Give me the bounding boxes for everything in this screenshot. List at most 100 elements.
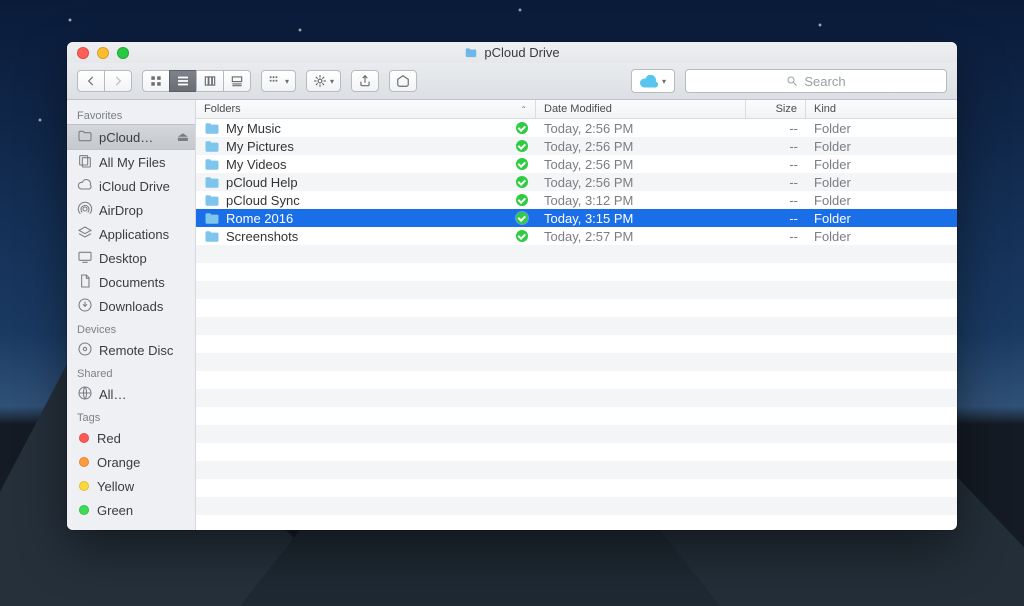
- cell-size: --: [746, 121, 806, 136]
- sidebar-item-label: Orange: [97, 455, 189, 470]
- arrange-icon: [268, 74, 282, 88]
- cell-name: My Pictures: [196, 139, 536, 154]
- chevron-left-icon: [84, 74, 98, 88]
- cell-date: Today, 2:56 PM: [536, 139, 746, 154]
- file-name: pCloud Sync: [226, 193, 510, 208]
- file-name: My Pictures: [226, 139, 510, 154]
- sync-ok-icon: [516, 158, 528, 170]
- cell-kind: Folder: [806, 175, 957, 190]
- column-size[interactable]: Size: [746, 100, 806, 118]
- toolbar: ▾ ▾ ▾ Search: [67, 63, 957, 100]
- sidebar-section-shared: Shared: [67, 362, 195, 382]
- finder-window: pCloud Drive: [67, 42, 957, 530]
- columns-icon: [203, 74, 217, 88]
- sidebar-item-icloud-drive[interactable]: iCloud Drive: [67, 174, 195, 198]
- column-kind-label: Kind: [814, 103, 836, 115]
- cell-size: --: [746, 175, 806, 190]
- cloud-icon: [77, 177, 93, 196]
- file-row[interactable]: Rome 2016Today, 3:15 PM--Folder: [196, 209, 957, 227]
- sidebar-item-desktop[interactable]: Desktop: [67, 246, 195, 270]
- sidebar-item-all-my-files[interactable]: All My Files: [67, 150, 195, 174]
- sidebar-item-airdrop[interactable]: AirDrop: [67, 198, 195, 222]
- cell-size: --: [746, 211, 806, 226]
- allfiles-icon: [77, 153, 93, 172]
- icon-view-button[interactable]: [142, 70, 170, 92]
- view-group: [142, 70, 251, 92]
- minimize-button[interactable]: [97, 47, 109, 59]
- tag-dot-icon: [79, 457, 89, 467]
- folder-icon: [77, 128, 93, 147]
- chevron-down-icon: ▾: [662, 77, 666, 86]
- sidebar-item-green[interactable]: Green: [67, 498, 195, 522]
- sidebar-item-label: Red: [97, 431, 189, 446]
- file-name: My Videos: [226, 157, 510, 172]
- list-view-button[interactable]: [169, 70, 197, 92]
- list-icon: [176, 74, 190, 88]
- column-date[interactable]: Date Modified: [536, 100, 746, 118]
- file-row[interactable]: ScreenshotsToday, 2:57 PM--Folder: [196, 227, 957, 245]
- file-row[interactable]: pCloud SyncToday, 3:12 PM--Folder: [196, 191, 957, 209]
- share-button[interactable]: [351, 70, 379, 92]
- sidebar-section-favorites: Favorites: [67, 104, 195, 124]
- sidebar-item-downloads[interactable]: Downloads: [67, 294, 195, 318]
- sidebar-item-all-[interactable]: All…: [67, 382, 195, 406]
- file-row[interactable]: My Music Today, 2:56 PM--Folder: [196, 119, 957, 137]
- sidebar-item-label: Desktop: [99, 251, 189, 266]
- cell-size: --: [746, 157, 806, 172]
- eject-icon[interactable]: ⏏: [177, 129, 189, 145]
- empty-rows: [196, 245, 957, 530]
- file-row[interactable]: pCloud HelpToday, 2:56 PM--Folder: [196, 173, 957, 191]
- cell-kind: Folder: [806, 157, 957, 172]
- sidebar-item-label: Green: [97, 503, 189, 518]
- sort-ascending-icon: ⌃: [520, 105, 527, 114]
- titlebar[interactable]: pCloud Drive: [67, 42, 957, 63]
- cell-name: pCloud Sync: [196, 193, 536, 208]
- sidebar-item-red[interactable]: Red: [67, 426, 195, 450]
- disc-icon: [77, 341, 93, 360]
- back-button[interactable]: [77, 70, 105, 92]
- sidebar-section-tags: Tags: [67, 406, 195, 426]
- column-kind[interactable]: Kind: [806, 100, 957, 118]
- sidebar-item-label: AirDrop: [99, 203, 189, 218]
- tag-dot-icon: [79, 433, 89, 443]
- documents-icon: [77, 273, 93, 292]
- sidebar-item-label: Applications: [99, 227, 189, 242]
- chevron-down-icon: ▾: [330, 77, 334, 86]
- column-name[interactable]: Folders ⌃: [196, 100, 536, 118]
- cell-kind: Folder: [806, 211, 957, 226]
- sidebar-item-label: Documents: [99, 275, 189, 290]
- sidebar-item-yellow[interactable]: Yellow: [67, 474, 195, 498]
- cell-date: Today, 2:57 PM: [536, 229, 746, 244]
- grid-icon: [149, 74, 163, 88]
- cloud-status-button[interactable]: ▾: [631, 69, 675, 93]
- desktop-background: pCloud Drive: [0, 0, 1024, 606]
- column-view-button[interactable]: [196, 70, 224, 92]
- cell-kind: Folder: [806, 121, 957, 136]
- sidebar-section-devices: Devices: [67, 318, 195, 338]
- forward-button[interactable]: [104, 70, 132, 92]
- sidebar-item-orange[interactable]: Orange: [67, 450, 195, 474]
- zoom-button[interactable]: [117, 47, 129, 59]
- cell-kind: Folder: [806, 139, 957, 154]
- sync-ok-icon: [516, 176, 528, 188]
- file-name: pCloud Help: [226, 175, 510, 190]
- file-list: Folders ⌃ Date Modified Size Kind My Mus…: [196, 100, 957, 530]
- file-name: My Music: [226, 121, 510, 136]
- arrange-button[interactable]: ▾: [261, 70, 296, 92]
- cell-date: Today, 2:56 PM: [536, 121, 746, 136]
- sidebar-item-label: Downloads: [99, 299, 189, 314]
- tags-button[interactable]: [389, 70, 417, 92]
- coverflow-view-button[interactable]: [223, 70, 251, 92]
- file-row[interactable]: My PicturesToday, 2:56 PM--Folder: [196, 137, 957, 155]
- window-title-label: pCloud Drive: [484, 45, 559, 60]
- search-icon: [786, 75, 798, 87]
- sidebar-item-applications[interactable]: Applications: [67, 222, 195, 246]
- close-button[interactable]: [77, 47, 89, 59]
- file-row[interactable]: My VideosToday, 2:56 PM--Folder: [196, 155, 957, 173]
- sidebar-item-remote-disc[interactable]: Remote Disc: [67, 338, 195, 362]
- sidebar-item-documents[interactable]: Documents: [67, 270, 195, 294]
- action-button[interactable]: ▾: [306, 70, 341, 92]
- sidebar-item-pcloud-[interactable]: pCloud…⏏: [67, 124, 195, 150]
- search-field[interactable]: Search: [685, 69, 947, 93]
- sidebar-item-label: Yellow: [97, 479, 189, 494]
